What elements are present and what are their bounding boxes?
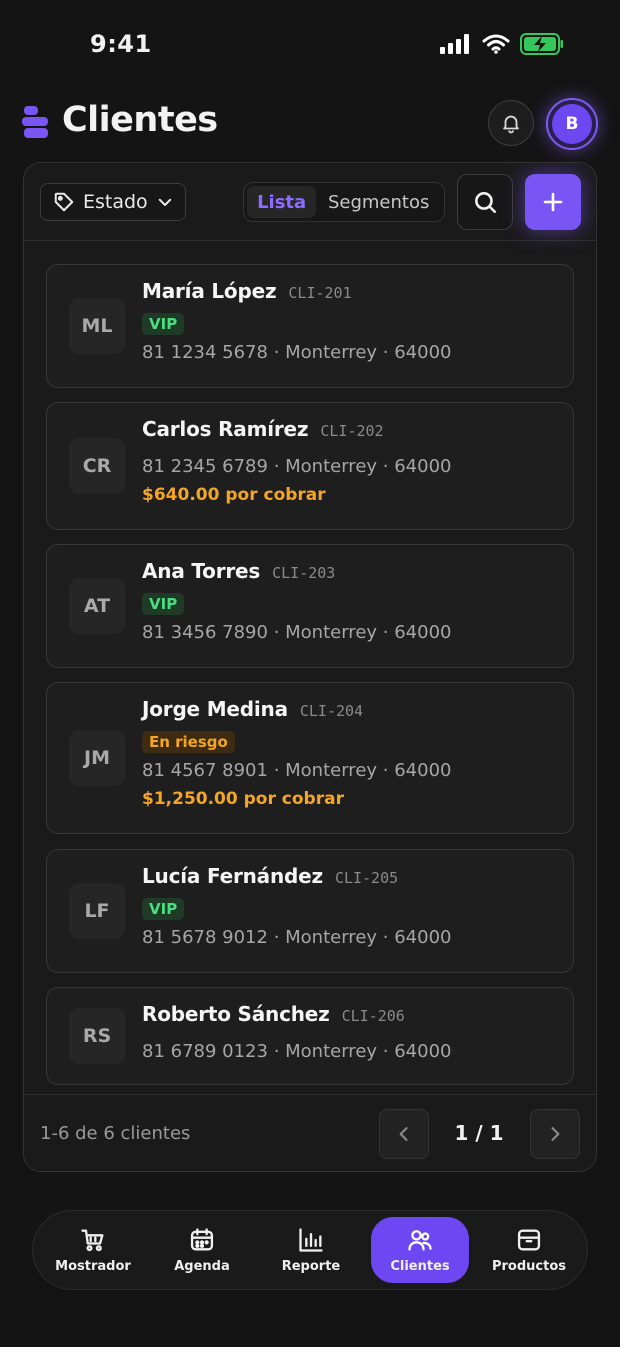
wifi-icon xyxy=(482,34,510,54)
client-avatar: JM xyxy=(69,730,125,786)
chevron-left-icon xyxy=(399,1127,408,1141)
client-code: CLI-205 xyxy=(334,869,399,887)
client-debt: $1,250.00 por cobrar xyxy=(142,789,344,809)
avatar-initial: B xyxy=(552,104,592,144)
tab-label: Agenda xyxy=(174,1259,230,1274)
client-contact: 81 3456 7890 · Monterrey · 64000 xyxy=(142,622,452,643)
client-name: María López xyxy=(142,279,277,303)
pagination-bar: 1-6 de 6 clientes 1 / 1 xyxy=(24,1094,596,1171)
page-indicator: 1 / 1 xyxy=(454,1121,504,1145)
client-code: CLI-204 xyxy=(299,702,364,720)
notifications-button[interactable] xyxy=(488,100,534,146)
bar-chart-icon xyxy=(299,1228,323,1252)
client-contact: 81 2345 6789 · Monterrey · 64000 xyxy=(142,456,452,477)
filter-label: Estado xyxy=(83,191,148,213)
add-client-button[interactable] xyxy=(525,174,581,230)
client-card[interactable]: AT Ana Torres CLI-203 VIP 81 3456 7890 ·… xyxy=(46,544,574,668)
client-avatar: RS xyxy=(69,1008,125,1064)
client-name: Carlos Ramírez xyxy=(142,417,309,441)
tag-icon xyxy=(54,192,74,212)
tab-mostrador[interactable]: Mostrador xyxy=(44,1217,142,1283)
status-filter-dropdown[interactable]: Estado xyxy=(40,183,186,221)
client-card[interactable]: JM Jorge Medina CLI-204 En riesgo 81 456… xyxy=(46,682,574,834)
search-icon xyxy=(475,192,497,214)
calendar-icon xyxy=(190,1228,214,1251)
vip-badge: VIP xyxy=(142,313,185,335)
client-avatar: LF xyxy=(69,883,125,939)
client-name: Roberto Sánchez xyxy=(142,1002,330,1026)
tab-label: Clientes xyxy=(390,1259,450,1274)
client-name: Lucía Fernández xyxy=(142,864,323,888)
logo-icon xyxy=(22,106,48,138)
battery-charging-icon xyxy=(520,33,563,55)
client-name: Ana Torres xyxy=(142,559,261,583)
prev-page-button[interactable] xyxy=(379,1109,429,1159)
client-contact: 81 4567 8901 · Monterrey · 64000 xyxy=(142,760,452,781)
status-bar: 9:41 xyxy=(0,0,620,90)
tab-reporte[interactable]: Reporte xyxy=(262,1217,360,1283)
users-icon xyxy=(408,1230,432,1251)
chevron-right-icon xyxy=(551,1127,560,1141)
tab-label: Mostrador xyxy=(55,1259,131,1274)
tab-label: Productos xyxy=(491,1259,567,1274)
chevron-down-icon xyxy=(158,198,171,206)
tab-clientes[interactable]: Clientes xyxy=(371,1217,469,1283)
status-icons xyxy=(440,33,564,55)
signal-icon xyxy=(440,34,469,54)
client-name: Jorge Medina xyxy=(142,697,288,721)
bottom-tab-bar: Mostrador Agenda Reporte Clientes Produc… xyxy=(32,1210,588,1290)
vip-badge: VIP xyxy=(142,898,185,920)
client-code: CLI-202 xyxy=(320,422,384,440)
toolbar: Estado Lista Segmentos xyxy=(24,163,596,241)
next-page-button[interactable] xyxy=(530,1109,580,1159)
client-contact: 81 6789 0123 · Monterrey · 64000 xyxy=(142,1041,452,1062)
bell-icon xyxy=(503,115,519,134)
client-card[interactable]: LF Lucía Fernández CLI-205 VIP 81 5678 9… xyxy=(46,849,574,973)
box-icon xyxy=(517,1229,541,1251)
clients-list: ML María López CLI-201 VIP 81 1234 5678 … xyxy=(24,242,596,1094)
client-contact: 81 5678 9012 · Monterrey · 64000 xyxy=(142,927,452,948)
tab-segmentos[interactable]: Segmentos xyxy=(316,186,441,218)
clients-panel: Estado Lista Segmentos ML María López CL… xyxy=(23,162,597,1172)
vip-badge: VIP xyxy=(142,593,185,615)
tab-agenda[interactable]: Agenda xyxy=(153,1217,251,1283)
search-button[interactable] xyxy=(457,174,513,230)
client-card[interactable]: CR Carlos Ramírez CLI-202 81 2345 6789 ·… xyxy=(46,402,574,530)
tab-lista[interactable]: Lista xyxy=(247,186,317,218)
app-header: Clientes B xyxy=(22,98,598,150)
client-code: CLI-206 xyxy=(341,1007,405,1025)
client-code: CLI-201 xyxy=(288,284,352,302)
client-card[interactable]: ML María López CLI-201 VIP 81 1234 5678 … xyxy=(46,264,574,388)
tab-productos[interactable]: Productos xyxy=(480,1217,578,1283)
client-contact: 81 1234 5678 · Monterrey · 64000 xyxy=(142,342,452,363)
client-avatar: ML xyxy=(69,298,125,354)
plus-icon xyxy=(543,192,563,212)
view-segmented-control: Lista Segmentos xyxy=(243,182,445,222)
user-avatar-button[interactable]: B xyxy=(546,98,598,150)
cart-icon xyxy=(81,1229,104,1252)
client-debt: $640.00 por cobrar xyxy=(142,485,326,505)
client-avatar: AT xyxy=(69,578,125,634)
status-time: 9:41 xyxy=(90,30,152,58)
page-title: Clientes xyxy=(62,100,218,140)
tab-label: Reporte xyxy=(281,1259,341,1274)
risk-badge: En riesgo xyxy=(142,731,235,753)
client-code: CLI-203 xyxy=(272,564,336,582)
client-card[interactable]: RS Roberto Sánchez CLI-206 81 6789 0123 … xyxy=(46,987,574,1085)
results-count: 1-6 de 6 clientes xyxy=(40,1123,191,1144)
client-avatar: CR xyxy=(69,438,125,494)
